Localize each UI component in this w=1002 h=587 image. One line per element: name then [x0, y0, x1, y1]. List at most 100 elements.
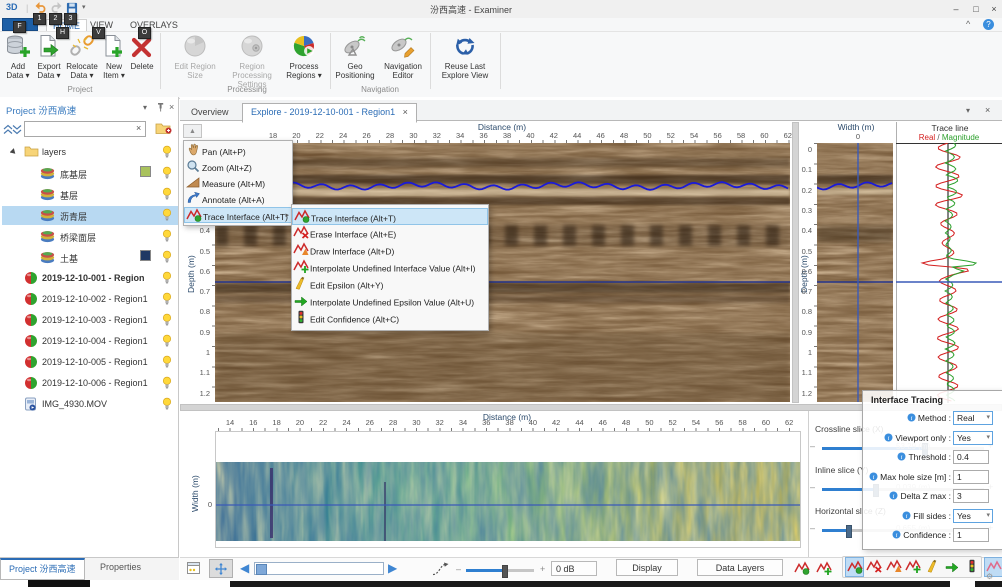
draw-interface-toolbar-icon[interactable]: [816, 561, 832, 577]
popup-input[interactable]: 1: [953, 528, 989, 542]
interpolate-epsilon-button[interactable]: [943, 557, 962, 577]
tree-item[interactable]: 基层: [2, 185, 178, 204]
submenu-item[interactable]: Trace Interface (Alt+T): [292, 208, 488, 225]
scroll-right-icon[interactable]: ▶: [388, 561, 397, 575]
tree-item[interactable]: 2019-12-10-005 - Region1: [2, 353, 178, 372]
tree-item[interactable]: 2019-12-10-006 - Region1: [2, 374, 178, 393]
tree-item[interactable]: 桥梁面层: [2, 227, 178, 246]
tab-close-icon[interactable]: ×: [403, 107, 408, 117]
submenu-item[interactable]: Draw Interface (Alt+D): [292, 242, 488, 259]
tree-item[interactable]: layers: [2, 143, 178, 162]
draw-interface-button[interactable]: [884, 557, 903, 577]
trace-line-plot[interactable]: [896, 143, 1002, 403]
slider-thumb[interactable]: [846, 525, 852, 538]
slider-minus[interactable]: –: [810, 523, 815, 533]
geo-positioning-button[interactable]: Geo Positioning: [333, 33, 377, 85]
bulb-icon[interactable]: [162, 145, 172, 161]
submenu-item[interactable]: Interpolate Undefined Epsilon Value (Alt…: [292, 293, 488, 310]
traced-interface-line[interactable]: [817, 182, 892, 189]
expander-icon[interactable]: [10, 148, 18, 158]
navigation-editor-button[interactable]: Navigation Editor: [379, 33, 427, 85]
gain-slider[interactable]: [466, 569, 534, 572]
popup-select[interactable]: Yes▾: [953, 431, 993, 445]
help-icon[interactable]: ?: [983, 19, 994, 30]
menu-item[interactable]: Measure (Alt+M): [184, 175, 292, 191]
bulb-icon[interactable]: [162, 208, 172, 224]
popup-input[interactable]: 3: [953, 489, 989, 503]
gain-minus[interactable]: –: [456, 564, 461, 574]
menu-item[interactable]: Zoom (Alt+Z): [184, 159, 292, 175]
tree-item[interactable]: 底基层: [2, 164, 178, 183]
interpolate-interface-button[interactable]: [904, 557, 923, 577]
dropdown-arrow-icon[interactable]: ▾: [986, 510, 990, 522]
submenu-item[interactable]: Interpolate Undefined Interface Value (A…: [292, 259, 488, 276]
bulb-icon[interactable]: [162, 250, 172, 266]
vertical-splitter[interactable]: [792, 122, 799, 403]
reuse-last-explore-view-button[interactable]: Reuse Last Explore View: [434, 33, 496, 85]
popup-input[interactable]: 0.4: [953, 450, 989, 464]
status-tab-properties[interactable]: Properties: [92, 558, 149, 577]
menu-item[interactable]: Pan (Alt+P): [184, 143, 292, 159]
bulb-icon[interactable]: [162, 397, 172, 413]
popup-select[interactable]: Real▾: [953, 411, 993, 425]
bulb-icon[interactable]: [162, 334, 172, 350]
submenu-item[interactable]: Edit Confidence (Alt+C): [292, 310, 488, 327]
menu-item[interactable]: Annotate (Alt+A): [184, 191, 292, 207]
bulb-icon[interactable]: [162, 376, 172, 392]
trace-interface-button[interactable]: [845, 557, 864, 577]
slider-minus[interactable]: –: [810, 441, 815, 451]
grid-view-icon[interactable]: [187, 562, 200, 576]
status-tab-project[interactable]: Project 汾西高速: [0, 558, 85, 580]
pan-mode-button[interactable]: [209, 559, 233, 578]
color-swatch[interactable]: [140, 166, 151, 177]
scroll-left-icon[interactable]: ◀: [240, 561, 249, 575]
tab-explore[interactable]: Explore - 2019-12-10-001 - Region1 ×: [242, 103, 417, 123]
tree-item[interactable]: 2019-12-10-004 - Region1: [2, 332, 178, 351]
edit-confidence-button[interactable]: [962, 557, 981, 577]
close-button[interactable]: ×: [986, 2, 1002, 16]
bulb-icon[interactable]: [162, 229, 172, 245]
collapse-ribbon-icon[interactable]: ^: [966, 19, 970, 29]
tab-overview[interactable]: Overview: [183, 104, 237, 121]
tree-item[interactable]: IMG_4930.MOV: [2, 395, 178, 414]
dropdown-arrow-icon[interactable]: ▾: [986, 412, 990, 424]
bulb-icon[interactable]: [162, 271, 172, 287]
tree-item[interactable]: 2019-12-10-003 - Region1: [2, 311, 178, 330]
gain-value-box[interactable]: 0 dB: [551, 561, 597, 576]
edit-epsilon-button[interactable]: [923, 557, 942, 577]
bulb-icon[interactable]: [162, 355, 172, 371]
scrollbar-thumb[interactable]: [256, 564, 267, 575]
minimize-button[interactable]: –: [948, 2, 964, 16]
maximize-button[interactable]: □: [968, 2, 984, 16]
traced-interface-line[interactable]: [215, 182, 788, 190]
color-swatch[interactable]: [140, 250, 151, 261]
slider-minus[interactable]: –: [810, 482, 815, 492]
gain-curve-icon[interactable]: [432, 562, 449, 578]
bulb-icon[interactable]: [162, 187, 172, 203]
settings-gear-icon[interactable]: ⚙: [986, 572, 993, 581]
bulb-icon[interactable]: [162, 166, 172, 182]
tree-item[interactable]: 土基: [2, 248, 178, 267]
gain-plus[interactable]: +: [540, 564, 545, 574]
submenu-item[interactable]: Erase Interface (Alt+E): [292, 225, 488, 242]
doc-dropdown-icon[interactable]: ▾: [966, 106, 970, 115]
plan-heatmap-view[interactable]: [216, 462, 800, 541]
data-layers-button[interactable]: Data Layers: [697, 559, 783, 576]
doc-close-icon[interactable]: ×: [985, 105, 990, 115]
popup-select[interactable]: Yes▾: [953, 509, 993, 523]
tree-item[interactable]: 2019-12-10-002 - Region1: [2, 290, 178, 309]
dropdown-arrow-icon[interactable]: ▾: [986, 432, 990, 444]
submenu-item[interactable]: Edit Epsilon (Alt+Y): [292, 276, 488, 293]
bulb-icon[interactable]: [162, 313, 172, 329]
region-processing-settings-button[interactable]: Region Processing Settings: [221, 33, 283, 85]
width-slice-view[interactable]: [817, 143, 893, 402]
trace-interface-toolbar-icon[interactable]: [794, 561, 810, 577]
menu-item[interactable]: Trace Interface (Alt+T)▸: [184, 207, 292, 223]
gain-slider-thumb[interactable]: [502, 565, 508, 578]
erase-interface-button[interactable]: [865, 557, 884, 577]
display-button[interactable]: Display: [616, 559, 678, 576]
toolbar-collapse-button[interactable]: ▲: [183, 124, 202, 138]
bulb-icon[interactable]: [162, 292, 172, 308]
tree-item[interactable]: 沥青层: [2, 206, 178, 225]
position-scrollbar[interactable]: [254, 562, 384, 575]
